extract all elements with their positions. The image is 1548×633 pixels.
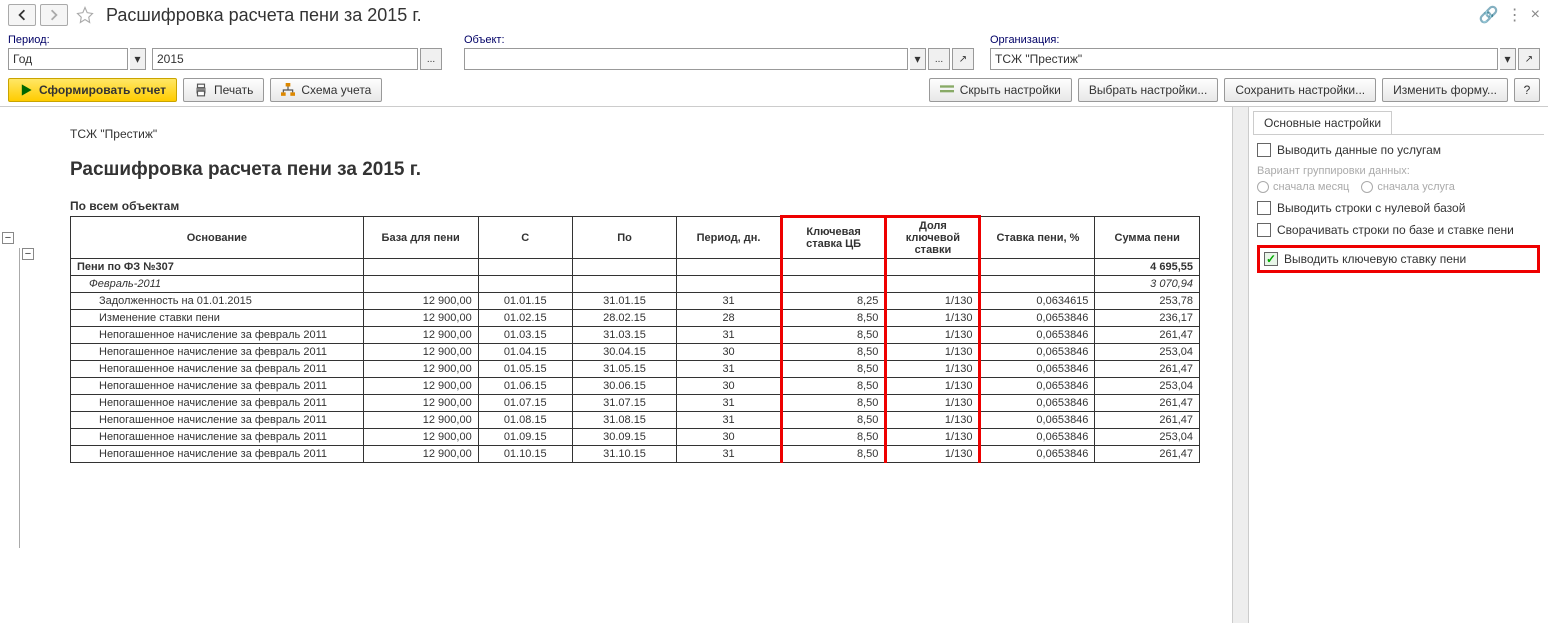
hide-settings-button[interactable]: Скрыть настройки — [929, 78, 1072, 102]
table-row: Изменение ставки пени12 900,0001.02.1528… — [71, 310, 1200, 327]
object-open-button[interactable]: ↗ — [952, 48, 974, 70]
nav-forward-button[interactable] — [40, 4, 68, 26]
th-sum: Сумма пени — [1095, 217, 1200, 259]
checkbox-key-rate[interactable]: Выводить ключевую ставку пени — [1264, 252, 1533, 266]
report-table: Основание База для пени С По Период, дн.… — [70, 215, 1200, 463]
period-type-select[interactable]: Год — [8, 48, 128, 70]
favorite-star-icon[interactable] — [76, 6, 94, 24]
edit-form-button[interactable]: Изменить форму... — [1382, 78, 1508, 102]
period-value-input[interactable]: 2015 — [152, 48, 418, 70]
tab-main-settings[interactable]: Основные настройки — [1253, 111, 1392, 134]
th-period: Период, дн. — [677, 217, 782, 259]
scheme-button[interactable]: Схема учета — [270, 78, 382, 102]
checkbox-by-service[interactable]: Выводить данные по услугам — [1257, 143, 1540, 157]
toolbar: Сформировать отчет Печать Схема учета Ск… — [0, 74, 1548, 106]
radio-service-first — [1361, 181, 1373, 193]
checkbox-icon — [1264, 252, 1278, 266]
group-label: Вариант группировки данных: — [1257, 165, 1540, 177]
help-button[interactable]: ? — [1514, 78, 1540, 102]
table-row: Непогашенное начисление за февраль 20111… — [71, 395, 1200, 412]
page-title: Расшифровка расчета пени за 2015 г. — [106, 5, 422, 26]
vertical-scrollbar[interactable] — [1232, 107, 1248, 623]
org-dropdown-icon[interactable]: ▾ — [1500, 48, 1516, 70]
period-type-dropdown-icon[interactable]: ▾ — [130, 48, 146, 70]
titlebar: Расшифровка расчета пени за 2015 г. 🔗 ⋮ … — [0, 0, 1548, 30]
play-icon — [19, 83, 33, 97]
subsection-row: Февраль-20113 070,94 — [71, 276, 1200, 293]
printer-icon — [194, 83, 208, 97]
report-area: − − ТСЖ "Престиж" Расшифровка расчета пе… — [0, 107, 1232, 623]
table-row: Непогашенное начисление за февраль 20111… — [71, 412, 1200, 429]
table-row: Задолженность на 01.01.201512 900,0001.0… — [71, 293, 1200, 310]
checkbox-collapse-rows[interactable]: Сворачивать строки по базе и ставке пени — [1257, 223, 1540, 237]
section-row: Пени по ФЗ №3074 695,55 — [71, 259, 1200, 276]
th-c: С — [478, 217, 572, 259]
more-icon[interactable]: ⋮ — [1507, 5, 1523, 25]
close-icon[interactable]: × — [1531, 6, 1540, 24]
checkbox-icon — [1257, 223, 1271, 237]
table-row: Непогашенное начисление за февраль 20111… — [71, 429, 1200, 446]
report-org-text: ТСЖ "Престиж" — [70, 127, 1212, 141]
choose-settings-button[interactable]: Выбрать настройки... — [1078, 78, 1218, 102]
nav-back-button[interactable] — [8, 4, 36, 26]
th-rate: Ключевая ставка ЦБ — [781, 217, 886, 259]
checkbox-zero-base[interactable]: Выводить строки с нулевой базой — [1257, 201, 1540, 215]
org-label: Организация: — [990, 34, 1540, 46]
checkbox-icon — [1257, 143, 1271, 157]
object-input[interactable] — [464, 48, 908, 70]
report-subtitle-text: По всем объектам — [70, 199, 1212, 213]
generate-report-button[interactable]: Сформировать отчет — [8, 78, 177, 102]
th-peni-rate: Ставка пени, % — [980, 217, 1095, 259]
object-label: Объект: — [464, 34, 974, 46]
object-dropdown-icon[interactable]: ▾ — [910, 48, 926, 70]
table-row: Непогашенное начисление за февраль 20111… — [71, 344, 1200, 361]
print-button[interactable]: Печать — [183, 78, 264, 102]
settings-panel: Основные настройки Выводить данные по ус… — [1248, 107, 1548, 623]
save-settings-button[interactable]: Сохранить настройки... — [1224, 78, 1376, 102]
radio-group: сначала месяц сначала услуга — [1257, 181, 1540, 193]
th-osn: Основание — [71, 217, 364, 259]
table-row: Непогашенное начисление за февраль 20111… — [71, 361, 1200, 378]
params-panel: Период: Год ▾ 2015 ... Объект: ▾ ... ↗ О… — [0, 30, 1548, 74]
th-base: База для пени — [363, 217, 478, 259]
th-po: По — [572, 217, 677, 259]
org-input[interactable]: ТСЖ "Престиж" — [990, 48, 1498, 70]
table-row: Непогашенное начисление за февраль 20111… — [71, 446, 1200, 463]
table-row: Непогашенное начисление за февраль 20111… — [71, 378, 1200, 395]
object-ellipsis-button[interactable]: ... — [928, 48, 950, 70]
link-icon[interactable]: 🔗 — [1479, 5, 1499, 25]
org-open-button[interactable]: ↗ — [1518, 48, 1540, 70]
radio-month-first — [1257, 181, 1269, 193]
period-ellipsis-button[interactable]: ... — [420, 48, 442, 70]
hierarchy-icon — [281, 83, 295, 97]
period-label: Период: — [8, 34, 448, 46]
report-title-text: Расшифровка расчета пени за 2015 г. — [70, 159, 1212, 181]
th-share: Доля ключевой ставки — [886, 217, 980, 259]
table-row: Непогашенное начисление за февраль 20111… — [71, 327, 1200, 344]
checkbox-icon — [1257, 201, 1271, 215]
list-icon — [940, 83, 954, 97]
